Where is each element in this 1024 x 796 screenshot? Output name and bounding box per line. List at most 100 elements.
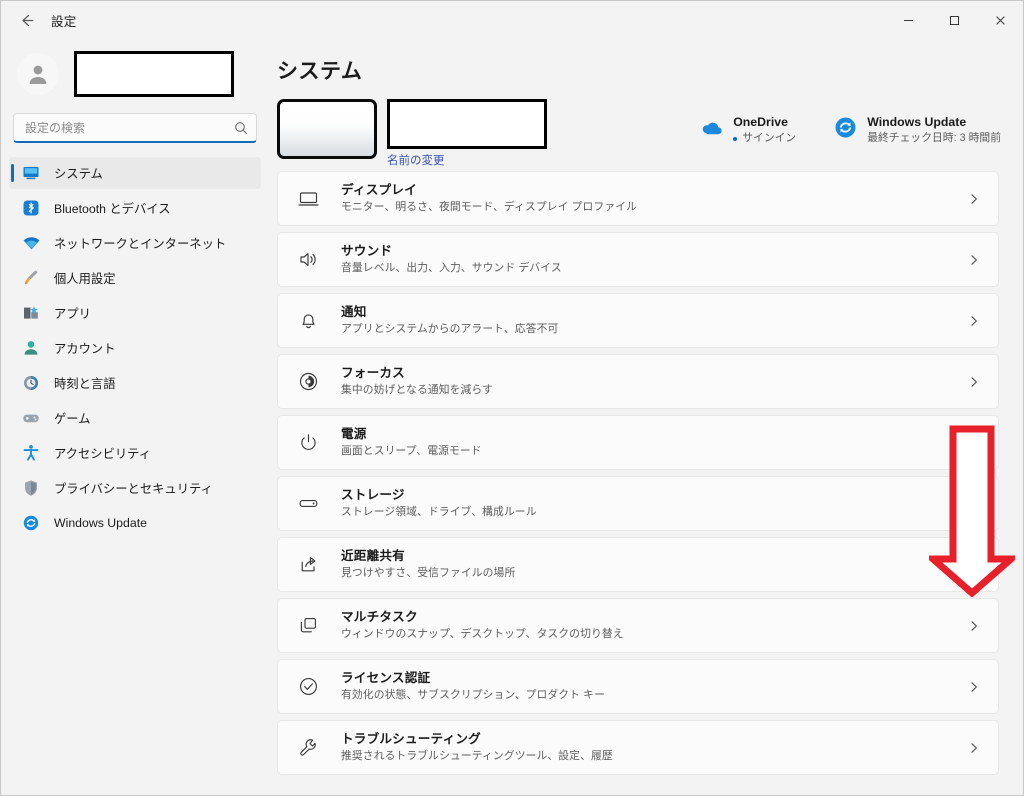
sidebar-item-label: アクセシビリティ [54,447,152,461]
settings-card-title: ライセンス認証 [341,671,431,685]
sidebar-item-bluetooth[interactable]: Bluetooth とデバイス [9,192,261,224]
sidebar-item-label: アプリ [54,307,91,321]
settings-card-subtitle: 推奨されるトラブルシューティングツール、設定、履歴 [341,750,613,762]
window-controls [885,1,1023,39]
speaker-sound-icon [296,248,320,272]
device-header: 名前の変更 OneDrive サインイン Windows Update 最終チェ… [277,99,1023,167]
maximize-button[interactable] [931,1,977,39]
nearby-share-icon [296,553,320,577]
search-input[interactable] [25,120,234,135]
status-dot-icon [733,136,738,141]
sidebar-item-label: システム [54,167,103,181]
avatar [17,53,59,95]
settings-card-nearby-share[interactable]: 近距離共有 見つけやすさ、受信ファイルの場所 [277,537,999,592]
power-icon [296,431,320,455]
sidebar-item-network[interactable]: ネットワークとインターネット [9,227,261,259]
search-container [13,113,257,143]
wifi-icon [21,233,41,253]
settings-card-troubleshoot[interactable]: トラブルシューティング 推奨されるトラブルシューティングツール、設定、履歴 [277,720,999,775]
device-name-group: 名前の変更 [387,99,547,169]
settings-card-sound[interactable]: サウンド 音量レベル、出力、入力、サウンド デバイス [277,232,999,287]
update-refresh-icon [21,513,41,533]
settings-card-multitasking[interactable]: マルチタスク ウィンドウのスナップ、デスクトップ、タスクの切り替え [277,598,999,653]
bluetooth-icon [21,198,41,218]
quicklink-subtitle: 最終チェック日時: 3 時間前 [867,132,1001,144]
close-button[interactable] [977,1,1023,39]
account-person-icon [21,338,41,358]
settings-card-subtitle: ウィンドウのスナップ、デスクトップ、タスクの切り替え [341,628,624,640]
device-thumbnail-redacted [277,99,377,159]
chevron-right-icon [966,620,982,632]
person-avatar-icon [29,65,47,84]
settings-card-subtitle: アプリとシステムからのアラート、応答不可 [341,323,559,335]
sidebar-item-accessibility[interactable]: アクセシビリティ [9,437,261,469]
settings-card-subtitle: 集中の妨げとなる通知を減らす [341,384,494,396]
settings-card-text: トラブルシューティング 推奨されるトラブルシューティングツール、設定、履歴 [341,731,966,764]
sidebar-item-system[interactable]: システム [9,157,261,189]
quick-links: OneDrive サインイン Windows Update 最終チェック日時: … [698,99,1023,146]
minimize-button[interactable] [885,1,931,39]
quicklink-title: Windows Update [867,115,967,129]
quicklink-title: OneDrive [733,115,788,129]
sidebar-item-privacy-security[interactable]: プライバシーとセキュリティ [9,472,261,504]
sidebar-item-windows-update[interactable]: Windows Update [9,507,261,539]
window-title: 設定 [51,14,77,29]
settings-card-notifications[interactable]: 通知 アプリとシステムからのアラート、応答不可 [277,293,999,348]
settings-card-text: ストレージ ストレージ領域、ドライブ、構成ルール [341,487,966,520]
display-monitor-icon [296,187,320,211]
settings-card-title: サウンド [341,244,393,258]
chevron-right-icon [966,742,982,754]
settings-card-storage[interactable]: ストレージ ストレージ領域、ドライブ、構成ルール [277,476,999,531]
sidebar-nav: システム Bluetooth とデバイス ネットワークとインターネット 個人用設… [9,157,261,542]
search-box[interactable] [13,113,257,143]
shield-icon [21,478,41,498]
chevron-right-icon [966,254,982,266]
accessibility-icon [21,443,41,463]
settings-card-text: 電源 画面とスリープ、電源モード [341,426,966,459]
sidebar-item-time-language[interactable]: 時刻と言語 [9,367,261,399]
clock-icon [21,373,41,393]
rename-device-link[interactable]: 名前の変更 [387,152,445,168]
storage-drive-icon [296,492,320,516]
settings-card-title: 近距離共有 [341,549,405,563]
sidebar-item-label: 個人用設定 [54,272,116,286]
chevron-right-icon [966,681,982,693]
maximize-icon [949,15,959,25]
settings-card-focus[interactable]: フォーカス 集中の妨げとなる通知を減らす [277,354,999,409]
onedrive-cloud-icon [698,114,724,140]
quicklink-windows-update[interactable]: Windows Update 最終チェック日時: 3 時間前 [832,113,1001,146]
multitask-windows-icon [296,614,320,638]
bell-notification-icon [296,309,320,333]
system-monitor-icon [21,163,41,183]
page-title: システム [277,60,363,83]
settings-card-title: ストレージ [341,488,405,502]
settings-card-title: ディスプレイ [341,183,417,197]
settings-card-text: 通知 アプリとシステムからのアラート、応答不可 [341,304,966,337]
minimize-icon [903,19,913,21]
sidebar-item-label: ネットワークとインターネット [54,237,227,251]
settings-card-text: 近距離共有 見つけやすさ、受信ファイルの場所 [341,548,966,581]
sidebar-item-label: ゲーム [54,412,91,426]
settings-card-power[interactable]: 電源 画面とスリープ、電源モード [277,415,999,470]
quicklink-onedrive[interactable]: OneDrive サインイン [698,113,796,146]
main-content: システム 名前の変更 OneDrive サインイン Windows Update… [269,39,1023,795]
sidebar-item-apps[interactable]: アプリ [9,297,261,329]
chevron-right-icon [966,559,982,571]
quicklink-subtitle-text: サインイン [742,132,797,144]
paintbrush-icon [21,268,41,288]
settings-card-subtitle: 画面とスリープ、電源モード [341,445,482,457]
sidebar-item-label: プライバシーとセキュリティ [54,482,213,496]
sidebar-item-personalization[interactable]: 個人用設定 [9,262,261,294]
back-button[interactable] [9,5,43,35]
settings-card-text: マルチタスク ウィンドウのスナップ、デスクトップ、タスクの切り替え [341,609,966,642]
device-name-redacted [387,99,547,149]
settings-card-activation[interactable]: ライセンス認証 有効化の状態、サブスクリプション、プロダクト キー [277,659,999,714]
settings-card-text: サウンド 音量レベル、出力、入力、サウンド デバイス [341,243,966,276]
update-refresh-icon [832,114,858,140]
settings-card-display[interactable]: ディスプレイ モニター、明るさ、夜間モード、ディスプレイ プロファイル [277,171,999,226]
user-profile[interactable] [9,41,261,107]
chevron-right-icon [966,498,982,510]
sidebar-item-gaming[interactable]: ゲーム [9,402,261,434]
sidebar-item-accounts[interactable]: アカウント [9,332,261,364]
wrench-icon [296,736,320,760]
